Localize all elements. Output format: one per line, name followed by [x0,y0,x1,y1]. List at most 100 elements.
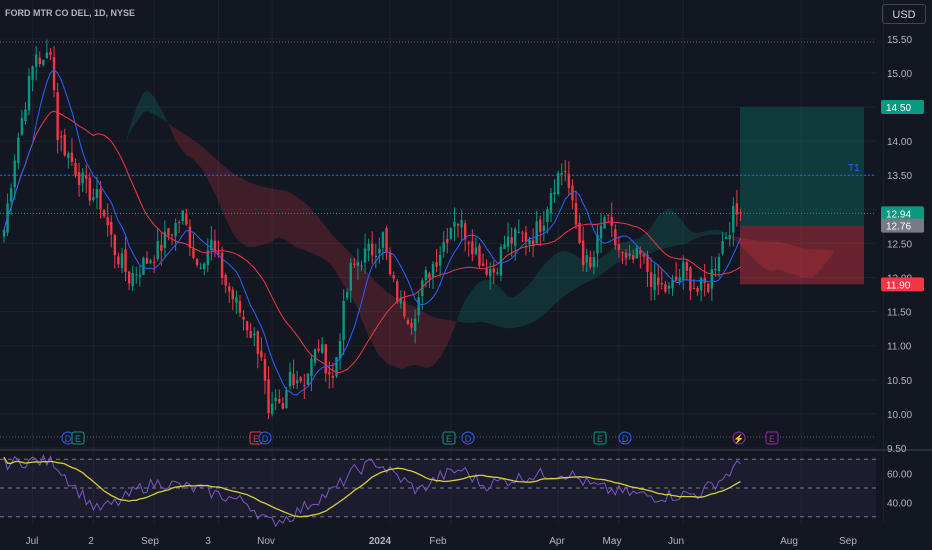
loss-zone[interactable] [740,225,864,285]
candle-body [606,214,610,216]
candle-body [31,66,34,80]
candle-body [256,331,260,354]
event-markers[interactable]: D E E D E D E D ⚡ E [61,431,779,445]
candle-body [492,268,495,273]
candle-body [685,262,689,271]
candle-body [85,175,88,179]
candle-body [353,263,356,265]
candle-body [124,249,127,272]
dividend-event[interactable]: D [461,431,475,445]
candle-body [135,274,138,276]
candle-body [338,341,342,359]
candle-body [467,242,470,244]
candle-body [642,254,646,257]
candle-body [374,256,377,258]
candle-body [52,57,56,90]
event-letter: D [65,434,72,444]
split-event[interactable]: ⚡ [732,431,746,445]
candlestick-series [2,39,742,420]
dividend-event[interactable]: D [258,431,272,445]
candle-body [589,257,592,268]
candle-body [231,289,234,300]
earnings-event[interactable]: E [442,431,456,445]
price-tick-label: 12.50 [887,239,912,250]
target-label: T1 [848,163,860,174]
long-position-tool[interactable]: T1 [0,107,876,285]
candle-body [581,240,585,266]
time-tick-label: Aug [780,536,798,547]
price-badge[interactable]: 11.90 [881,277,924,292]
candle-body [474,247,478,255]
candle-body [710,269,714,289]
candle-body [610,216,613,226]
candle-body [299,377,302,382]
earnings-event[interactable]: E [71,431,85,445]
candle-body [585,255,588,263]
event-letter: E [769,434,775,444]
candle-body [346,292,349,298]
price-tick-label: 11.50 [887,308,912,319]
candle-body [378,248,381,254]
candle-body [213,240,217,251]
currency-button[interactable]: USD [882,4,926,24]
candle-body [721,241,724,254]
candle-body [471,241,474,255]
candle-body [167,228,170,236]
candle-body [313,349,317,363]
time-axis[interactable]: Jul 2 Sep 3 Nov 2024 Feb Apr May Jun Aug Sep [26,536,858,547]
candle-body [310,358,313,377]
candle-body [245,321,249,331]
candle-body [120,253,124,268]
candle-body [542,225,546,231]
candle-body [449,227,453,239]
candle-body [235,297,238,303]
candle-body [689,267,692,291]
price-tick-label: 9.50 [887,444,907,455]
candle-body [556,173,560,195]
candle-body [417,297,420,315]
candle-body [63,134,66,156]
candle-body [371,243,374,256]
candle-body [714,268,717,271]
earnings-event[interactable]: E [593,431,607,445]
candle-body [403,300,406,317]
candle-body [392,275,395,279]
price-chart[interactable]: T1 DEEDEDED⚡E 15.5015.0014.5014.0013.501… [0,0,932,550]
candle-body [628,253,631,257]
candle-body [295,380,299,384]
candle-body [728,235,731,240]
candle-body [320,344,324,353]
candle-body [195,259,199,265]
candle-body [621,252,624,254]
price-axis[interactable]: 15.5015.0014.5014.0013.5013.0012.5012.00… [881,35,924,510]
price-badge[interactable]: 14.50 [881,100,924,115]
candle-body [456,223,460,226]
candle-body [342,300,345,341]
candle-body [238,300,242,313]
candle-body [614,229,617,246]
candle-body [546,209,549,223]
time-tick-label: 2024 [369,536,392,547]
candle-body [34,54,38,67]
candle-body [514,228,517,246]
dividend-event[interactable]: D [618,431,632,445]
price-badge-value: 14.50 [886,103,911,114]
candle-body [278,399,281,403]
candle-body [388,253,392,275]
rsi-tick-label: 40.00 [887,498,912,509]
profit-zone[interactable] [740,107,864,226]
candle-body [263,359,267,381]
earnings-upcoming-event[interactable]: E [765,431,779,445]
candle-body [127,271,131,284]
candle-body [149,260,152,263]
candle-body [249,330,252,338]
candle-body [49,52,52,55]
candle-body [152,261,156,263]
candle-body [267,379,270,413]
candle-body [664,284,667,292]
price-badge[interactable]: 12.76 [881,218,924,233]
candle-body [145,258,149,264]
candle-body [567,174,571,188]
candle-body [735,203,739,215]
price-tick-label: 10.00 [887,410,912,421]
